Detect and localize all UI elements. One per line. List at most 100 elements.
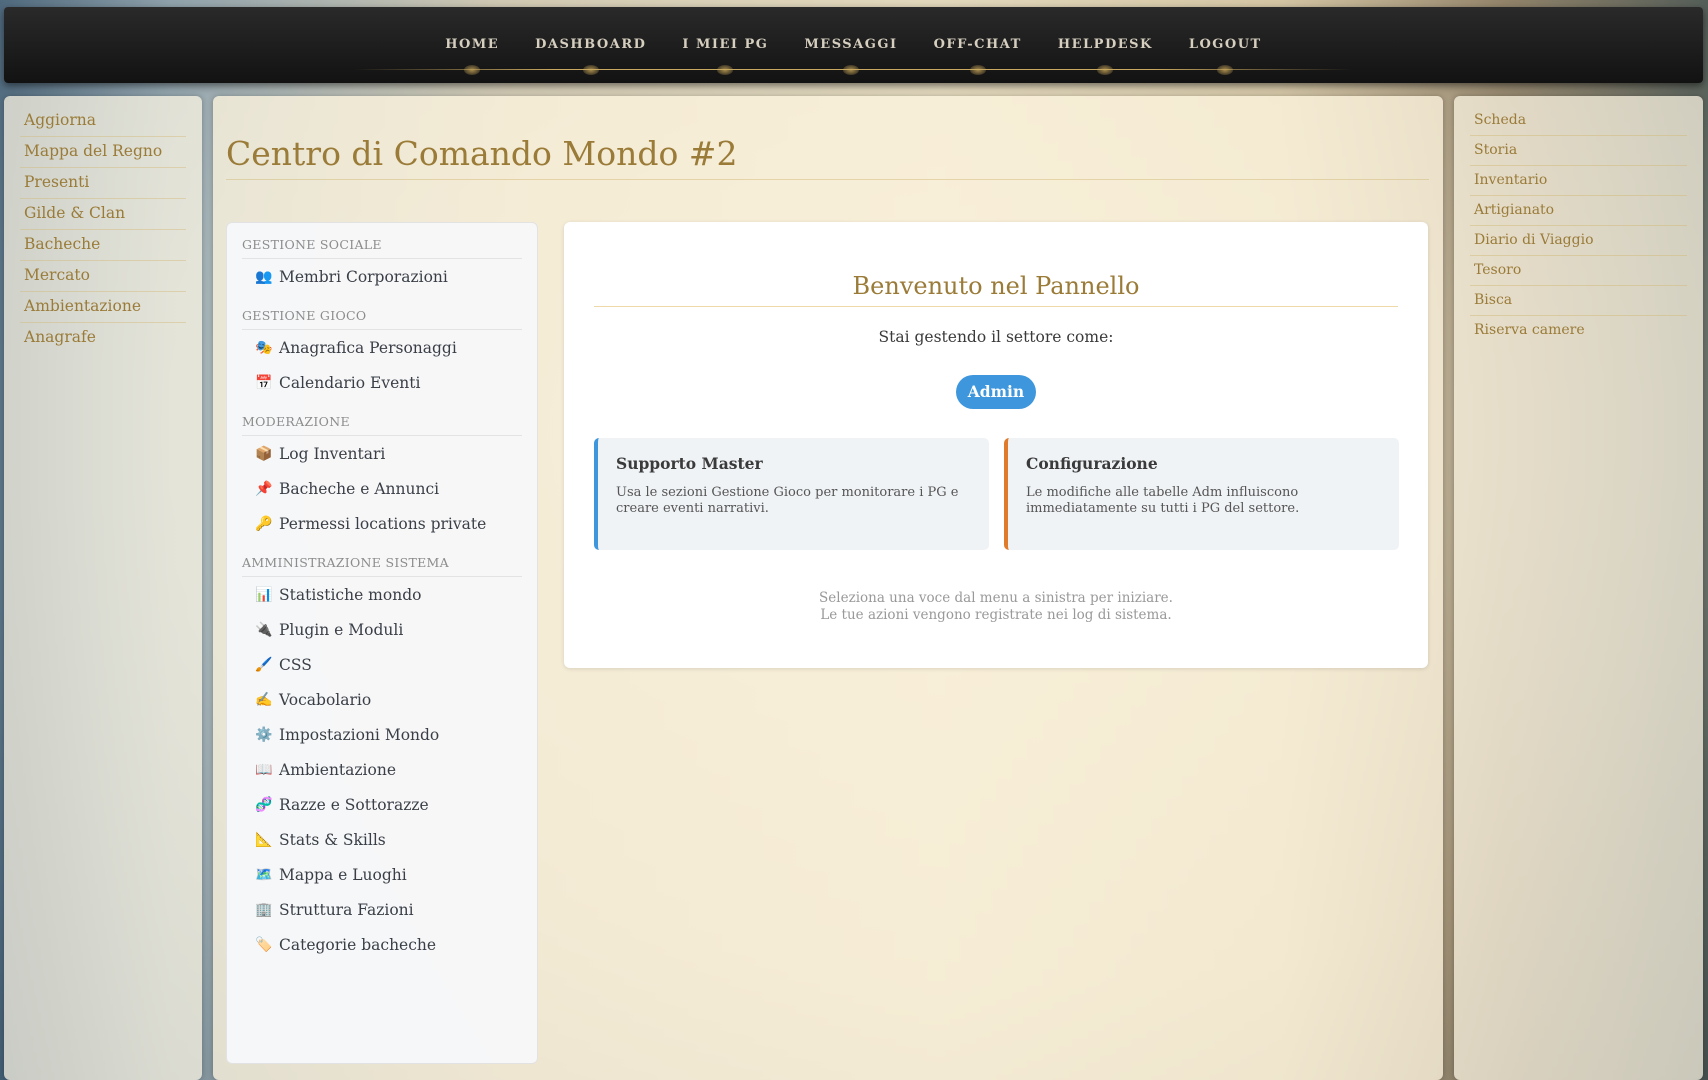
plug-icon: 🔌	[255, 622, 273, 638]
triangular-ruler-icon: 📐	[255, 832, 273, 848]
top-nav-list: HOME DASHBOARD I MIEI PG MESSAGGI OFF-CH…	[4, 37, 1703, 75]
section-title-amministrazione-sistema: AMMINISTRAZIONE SISTEMA	[242, 541, 522, 577]
menu-item-css[interactable]: 🖌️ CSS	[227, 647, 537, 682]
paintbrush-icon: 🖌️	[255, 657, 273, 673]
top-navigation: HOME DASHBOARD I MIEI PG MESSAGGI OFF-CH…	[4, 7, 1703, 83]
menu-item-log-inventari[interactable]: 📦 Log Inventari	[227, 436, 537, 471]
main-panel: Centro di Comando Mondo #2 GESTIONE SOCI…	[213, 96, 1443, 1080]
right-nav-diario-di-viaggio[interactable]: Diario di Viaggio	[1470, 226, 1687, 256]
menu-item-ambientazione[interactable]: 📖 Ambientazione	[227, 752, 537, 787]
theater-masks-icon: 🎭	[255, 340, 273, 356]
menu-item-label: Razze e Sottorazze	[279, 796, 429, 814]
right-sidebar: Scheda Storia Inventario Artigianato Dia…	[1454, 96, 1703, 1080]
menu-item-label: Membri Corporazioni	[279, 268, 448, 286]
menu-item-label: Impostazioni Mondo	[279, 726, 440, 744]
role-badge[interactable]: Admin	[956, 375, 1036, 409]
menu-item-bacheche-annunci[interactable]: 📌 Bacheche e Annunci	[227, 471, 537, 506]
nav-i-miei-pg[interactable]: I MIEI PG	[664, 37, 786, 75]
menu-item-anagrafica-personaggi[interactable]: 🎭 Anagrafica Personaggi	[227, 330, 537, 365]
left-nav-presenti[interactable]: Presenti	[20, 168, 186, 199]
menu-item-label: Mappa e Luoghi	[279, 866, 407, 884]
page-title: Centro di Comando Mondo #2	[226, 134, 1429, 180]
left-nav-mappa-del-regno[interactable]: Mappa del Regno	[20, 137, 186, 168]
footnote: Seleziona una voce dal menu a sinistra p…	[564, 590, 1428, 624]
menu-item-calendario-eventi[interactable]: 📅 Calendario Eventi	[227, 365, 537, 400]
menu-item-plugin-moduli[interactable]: 🔌 Plugin e Moduli	[227, 612, 537, 647]
section-title-moderazione: MODERAZIONE	[242, 400, 522, 436]
menu-item-label: Categorie bacheche	[279, 936, 437, 954]
menu-item-label: Log Inventari	[279, 445, 386, 463]
menu-item-statistiche-mondo[interactable]: 📊 Statistiche mondo	[227, 577, 537, 612]
section-title-gestione-gioco: GESTIONE GIOCO	[242, 294, 522, 330]
open-book-icon: 📖	[255, 762, 273, 778]
footnote-line-2: Le tue azioni vengono registrate nei log…	[820, 607, 1172, 623]
right-nav-list: Scheda Storia Inventario Artigianato Dia…	[1454, 96, 1703, 345]
info-card-title: Supporto Master	[616, 454, 763, 473]
left-nav-aggiorna[interactable]: Aggiorna	[20, 106, 186, 137]
left-sidebar: Aggiorna Mappa del Regno Presenti Gilde …	[4, 96, 202, 1080]
people-icon: 👥	[255, 269, 273, 285]
menu-item-label: Statistiche mondo	[279, 586, 422, 604]
menu-item-label: Bacheche e Annunci	[279, 480, 440, 498]
welcome-card: Benvenuto nel Pannello Stai gestendo il …	[564, 222, 1428, 668]
menu-item-label: Vocabolario	[279, 691, 372, 709]
left-nav-anagrafe[interactable]: Anagrafe	[20, 323, 186, 353]
nav-underline	[354, 69, 1353, 70]
right-nav-tesoro[interactable]: Tesoro	[1470, 256, 1687, 286]
menu-item-categorie-bacheche[interactable]: 🏷️ Categorie bacheche	[227, 927, 537, 962]
right-nav-riserva-camere[interactable]: Riserva camere	[1470, 316, 1687, 345]
info-card-text: Le modifiche alle tabelle Adm influiscon…	[1026, 485, 1300, 516]
left-nav-ambientazione[interactable]: Ambientazione	[20, 292, 186, 323]
left-nav-list: Aggiorna Mappa del Regno Presenti Gilde …	[4, 96, 202, 353]
menu-item-mappa-luoghi[interactable]: 🗺️ Mappa e Luoghi	[227, 857, 537, 892]
nav-logout[interactable]: LOGOUT	[1171, 37, 1280, 75]
dna-icon: 🧬	[255, 797, 273, 813]
pushpin-icon: 📌	[255, 481, 273, 497]
info-card-configurazione: Configurazione Le modifiche alle tabelle…	[1004, 438, 1399, 550]
menu-item-label: Stats & Skills	[279, 831, 386, 849]
nav-dashboard[interactable]: DASHBOARD	[517, 37, 664, 75]
welcome-subtitle: Stai gestendo il settore come:	[878, 328, 1114, 346]
menu-item-membri-corporazioni[interactable]: 👥 Membri Corporazioni	[227, 259, 537, 294]
world-map-icon: 🗺️	[255, 867, 273, 883]
menu-item-label: Anagrafica Personaggi	[279, 339, 457, 357]
calendar-icon: 📅	[255, 375, 273, 391]
right-nav-storia[interactable]: Storia	[1470, 136, 1687, 166]
menu-item-impostazioni-mondo[interactable]: ⚙️ Impostazioni Mondo	[227, 717, 537, 752]
section-title-gestione-sociale: GESTIONE SOCIALE	[242, 223, 522, 259]
left-nav-gilde-clan[interactable]: Gilde & Clan	[20, 199, 186, 230]
menu-item-stats-skills[interactable]: 📐 Stats & Skills	[227, 822, 537, 857]
menu-item-razze-sottorazze[interactable]: 🧬 Razze e Sottorazze	[227, 787, 537, 822]
menu-item-label: CSS	[279, 656, 312, 674]
right-nav-bisca[interactable]: Bisca	[1470, 286, 1687, 316]
writing-hand-icon: ✍️	[255, 692, 273, 708]
info-card-supporto-master: Supporto Master Usa le sezioni Gestione …	[594, 438, 989, 550]
nav-home[interactable]: HOME	[427, 37, 517, 75]
menu-item-vocabolario[interactable]: ✍️ Vocabolario	[227, 682, 537, 717]
right-nav-scheda[interactable]: Scheda	[1470, 106, 1687, 136]
menu-item-struttura-fazioni[interactable]: 🏢 Struttura Fazioni	[227, 892, 537, 927]
admin-menu: GESTIONE SOCIALE 👥 Membri Corporazioni G…	[226, 222, 538, 1064]
key-icon: 🔑	[255, 516, 273, 532]
menu-item-label: Plugin e Moduli	[279, 621, 404, 639]
office-building-icon: 🏢	[255, 902, 273, 918]
left-nav-mercato[interactable]: Mercato	[20, 261, 186, 292]
menu-item-label: Struttura Fazioni	[279, 901, 414, 919]
welcome-title: Benvenuto nel Pannello	[594, 272, 1398, 307]
nav-off-chat[interactable]: OFF-CHAT	[916, 37, 1040, 75]
menu-item-permessi-locations[interactable]: 🔑 Permessi locations private	[227, 506, 537, 541]
menu-item-label: Permessi locations private	[279, 515, 487, 533]
info-card-text: Usa le sezioni Gestione Gioco per monito…	[616, 485, 959, 516]
nav-helpdesk[interactable]: HELPDESK	[1040, 37, 1171, 75]
package-icon: 📦	[255, 446, 273, 462]
footnote-line-1: Seleziona una voce dal menu a sinistra p…	[819, 590, 1173, 606]
label-tag-icon: 🏷️	[255, 937, 273, 953]
bar-chart-icon: 📊	[255, 587, 273, 603]
menu-item-label: Calendario Eventi	[279, 374, 421, 392]
info-card-title: Configurazione	[1026, 454, 1158, 473]
right-nav-artigianato[interactable]: Artigianato	[1470, 196, 1687, 226]
right-nav-inventario[interactable]: Inventario	[1470, 166, 1687, 196]
nav-messaggi[interactable]: MESSAGGI	[786, 37, 915, 75]
menu-item-label: Ambientazione	[279, 761, 397, 779]
left-nav-bacheche[interactable]: Bacheche	[20, 230, 186, 261]
